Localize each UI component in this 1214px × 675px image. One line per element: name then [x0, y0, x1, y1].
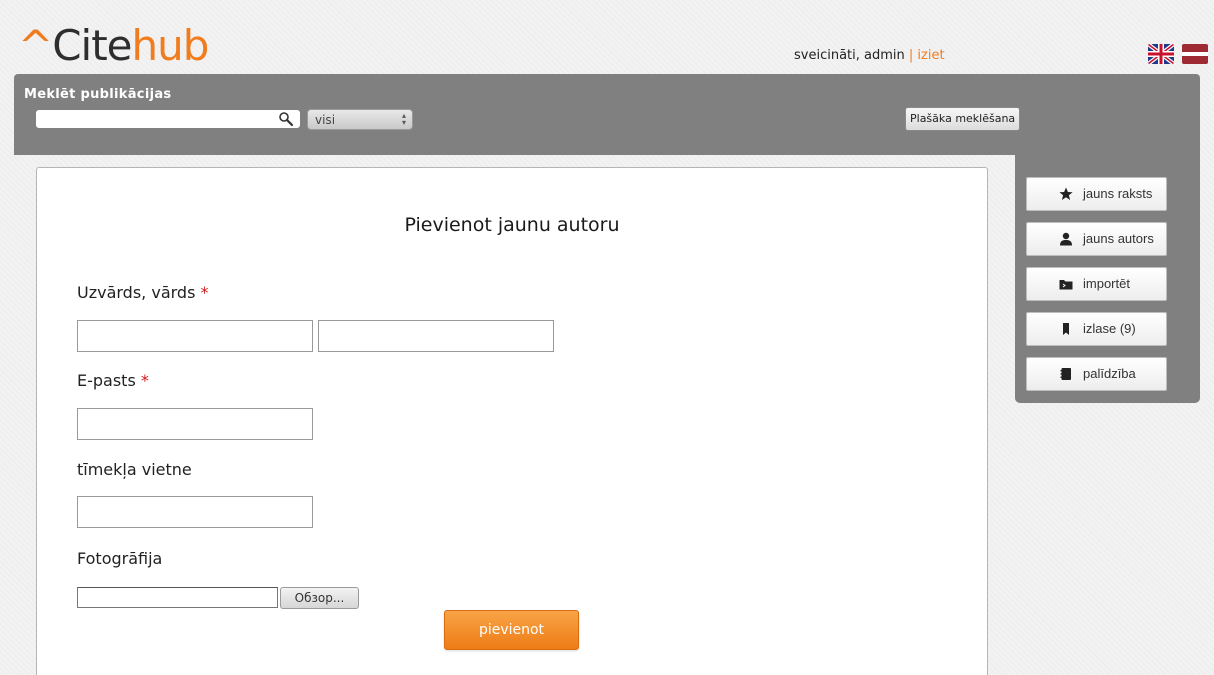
search-icon[interactable] [278, 111, 294, 127]
page-title: Pievienot jaunu autoru [404, 214, 620, 236]
import-label: importēt [1083, 276, 1130, 291]
photo-label: Fotogrāfija [77, 549, 163, 568]
logo-caret: ^ [18, 21, 53, 70]
surname-field[interactable] [77, 320, 313, 352]
help-button[interactable]: palīdzība [1026, 357, 1167, 391]
photo-file-path[interactable] [77, 587, 278, 608]
lv-flag-icon[interactable] [1182, 44, 1208, 64]
select-arrows-icon: ▴ ▾ [401, 111, 406, 127]
new-author-label: jauns autors [1083, 231, 1154, 246]
folder-icon [1059, 280, 1073, 290]
required-marker: * [200, 283, 209, 302]
citehub-logo[interactable]: ^Citehub [18, 18, 210, 74]
first-name-field[interactable] [318, 320, 554, 352]
logout-link[interactable]: iziet [917, 48, 944, 63]
submit-button[interactable]: pievienot [444, 610, 579, 650]
bookmark-icon [1063, 323, 1069, 335]
favorites-label: izlase (9) [1083, 321, 1136, 336]
user-bar-separator: | [908, 48, 914, 63]
help-label: palīdzība [1083, 366, 1136, 381]
star-icon [1059, 187, 1073, 200]
greeting-text: sveicināti, admin [794, 48, 905, 63]
website-label: tīmekļa vietne [77, 460, 192, 479]
search-title: Meklēt publikācijas [24, 87, 172, 102]
logo-text-hub: hub [131, 21, 210, 70]
advanced-search-button[interactable]: Plašāka meklēšana [905, 107, 1021, 131]
email-field[interactable] [77, 408, 313, 440]
search-input[interactable] [36, 112, 280, 130]
email-label-text: E-pasts [77, 371, 136, 390]
required-marker: * [140, 371, 149, 390]
book-icon [1060, 368, 1071, 380]
import-button[interactable]: importēt [1026, 267, 1167, 301]
search-box [36, 110, 300, 130]
website-field[interactable] [77, 496, 313, 528]
user-icon [1060, 232, 1072, 246]
email-label: E-pasts * [77, 371, 149, 390]
search-scope-select[interactable]: visi ▴ ▾ [307, 109, 413, 130]
search-scope-value: visi [315, 113, 336, 127]
page: ^Citehub sveicināti, admin | iziet Meklē… [0, 0, 1214, 675]
name-label: Uzvārds, vārds * [77, 283, 209, 302]
new-article-button[interactable]: jauns raksts [1026, 177, 1167, 211]
favorites-button[interactable]: izlase (9) [1026, 312, 1167, 346]
name-label-text: Uzvārds, vārds [77, 283, 196, 302]
new-author-button[interactable]: jauns autors [1026, 222, 1167, 256]
uk-flag-icon[interactable] [1148, 44, 1174, 64]
browse-button[interactable]: Обзор... [280, 587, 359, 609]
logo-text-cite: Cite [52, 21, 132, 70]
new-article-label: jauns raksts [1083, 186, 1153, 201]
user-bar: sveicināti, admin | iziet [794, 48, 945, 63]
